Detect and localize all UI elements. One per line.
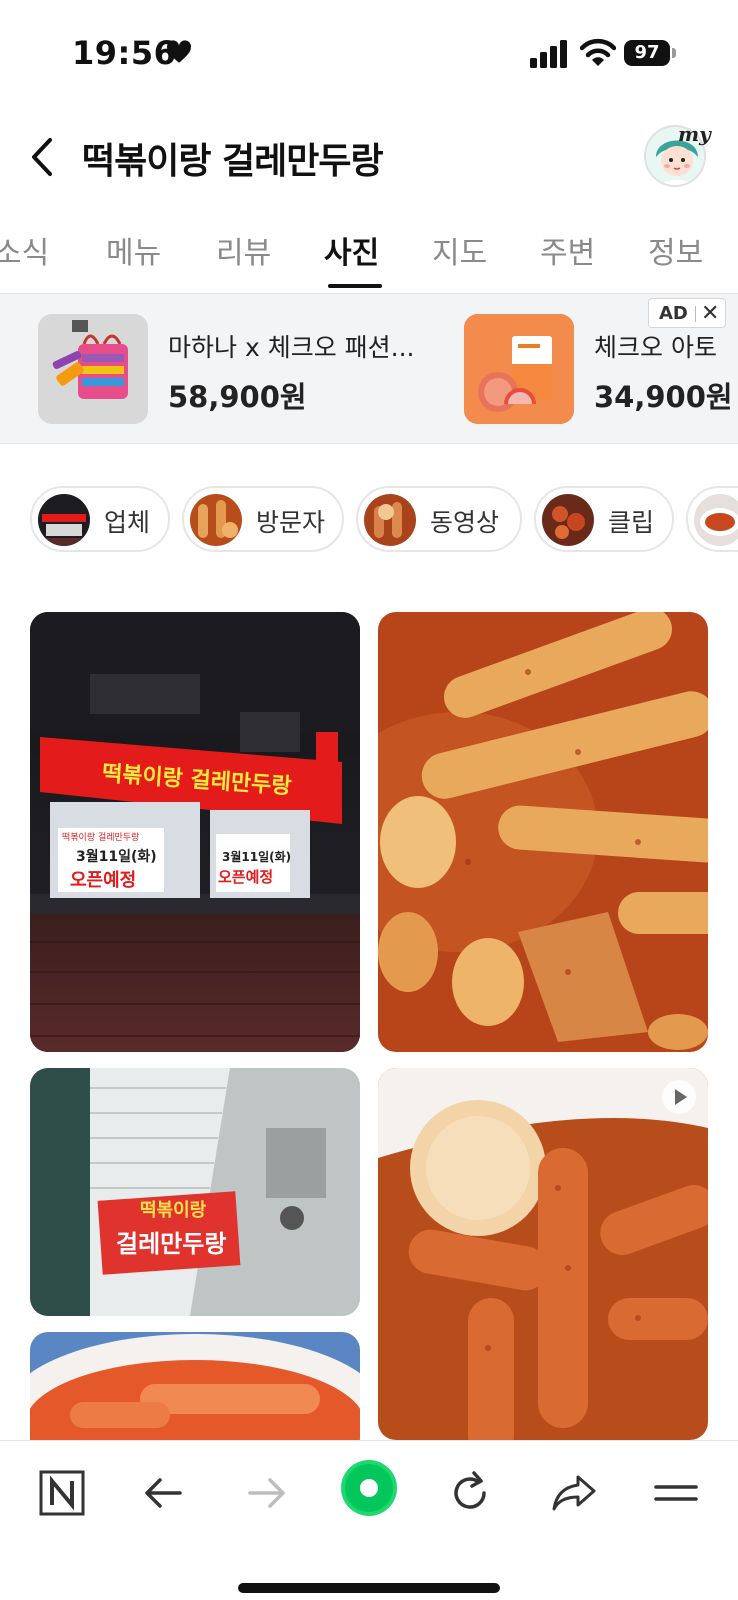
chip-thumbnail (542, 494, 594, 546)
photo-tteokbokki-bowl[interactable] (30, 1332, 360, 1440)
tab-photo[interactable]: 사진 (324, 228, 379, 272)
ad-product-price: 58,900원 (168, 380, 307, 414)
photo-tteokbokki-video[interactable] (378, 1068, 708, 1440)
status-time: 19:56 (72, 34, 177, 72)
status-bar: 19:56 97 (0, 0, 738, 100)
wifi-icon (580, 38, 616, 66)
hanging-sign-line2: 걸레만두랑 (116, 1230, 227, 1258)
tab-news[interactable]: 소식 (0, 228, 49, 272)
chip-clip[interactable]: 클립 (534, 486, 674, 552)
arrow-right-icon[interactable] (240, 1467, 292, 1519)
back-chevron-icon[interactable] (24, 134, 64, 180)
chip-label: 클립 (608, 508, 655, 537)
share-icon[interactable] (548, 1467, 600, 1519)
arrow-left-icon[interactable] (138, 1467, 190, 1519)
photo-hanging-sign[interactable]: 떡볶이랑 걸레만두랑 (30, 1068, 360, 1316)
grapefruit-product-icon (464, 314, 574, 424)
close-icon[interactable]: ✕ (701, 301, 719, 326)
naver-n-icon[interactable] (36, 1467, 88, 1519)
chip-more[interactable] (686, 486, 738, 552)
bottom-nav-bar (0, 1440, 738, 1600)
tab-menu[interactable]: 메뉴 (106, 228, 161, 272)
ad-carousel: AD ✕ 마하나 x 체크오 패션... 58,900원 체크오 아토 34,9… (0, 294, 738, 444)
ad-badge[interactable]: AD ✕ (648, 298, 726, 328)
ad-product-price: 34,900원 (594, 380, 733, 414)
tab-info[interactable]: 정보 (648, 228, 703, 272)
chip-thumbnail (694, 494, 738, 546)
photo-filter-chips: 업체 방문자 동영상 클립 (0, 462, 738, 554)
chip-label: 방문자 (256, 508, 326, 537)
ad-product-image[interactable] (464, 314, 574, 424)
heart-icon (166, 40, 192, 63)
chip-visitor[interactable]: 방문자 (182, 486, 344, 552)
ad-separator (695, 306, 696, 322)
ad-product-name[interactable]: 마하나 x 체크오 패션... (168, 328, 414, 364)
play-icon[interactable] (662, 1080, 696, 1114)
green-circle-icon[interactable] (340, 1459, 398, 1517)
chip-video[interactable]: 동영상 (356, 486, 522, 552)
tab-nearby[interactable]: 주변 (540, 228, 595, 272)
poster-open-text: 오픈예정 (70, 870, 137, 891)
active-tab-indicator (328, 284, 382, 288)
my-label: my (678, 122, 711, 146)
tab-review[interactable]: 리뷰 (216, 228, 271, 272)
battery-icon: 97 (624, 38, 676, 68)
tteokbokki-video-image (378, 1068, 708, 1440)
photo-storefront[interactable]: 떡볶이랑 걸레만두랑 떡볶이랑 걸레만두랑 3월11일(화) 오픈예정 3월11… (30, 612, 360, 1052)
poster-head-text: 떡볶이랑 걸레만두랑 (62, 833, 140, 843)
battery-level: 97 (624, 40, 670, 66)
poster-open-text-2: 오픈예정 (218, 868, 274, 886)
bag-product-icon (38, 314, 148, 424)
chip-label: 업체 (104, 508, 151, 537)
chip-thumbnail (190, 494, 242, 546)
chip-business[interactable]: 업체 (30, 486, 170, 552)
cellular-signal-icon (530, 40, 567, 68)
ad-label: AD (659, 303, 688, 324)
header: 떡볶이랑 걸레만두랑 my (0, 110, 738, 200)
page-title: 떡볶이랑 걸레만두랑 (82, 141, 384, 182)
poster-date-text-2: 3월11일(화) (222, 850, 292, 864)
hamburger-icon[interactable] (650, 1467, 702, 1519)
battery-tip (672, 48, 676, 58)
tab-map[interactable]: 지도 (432, 228, 487, 272)
hanging-sign-photo-image (30, 1068, 360, 1316)
hanging-sign-line1: 떡볶이랑 (140, 1200, 207, 1221)
ad-product-name[interactable]: 체크오 아토 (594, 328, 717, 364)
home-indicator (238, 1583, 500, 1593)
tab-bar: 소식 메뉴 리뷰 사진 지도 주변 정보 (0, 220, 738, 294)
poster-date-text: 3월11일(화) (76, 849, 157, 865)
chip-thumbnail (38, 494, 90, 546)
chip-thumbnail (364, 494, 416, 546)
refresh-icon[interactable] (444, 1467, 496, 1519)
ad-product-image[interactable] (38, 314, 148, 424)
chip-label: 동영상 (430, 508, 500, 537)
photo-tteokbokki-closeup[interactable] (378, 612, 708, 1052)
tteokbokki-photo-image (378, 612, 708, 1052)
bowl-photo-image (30, 1332, 360, 1440)
